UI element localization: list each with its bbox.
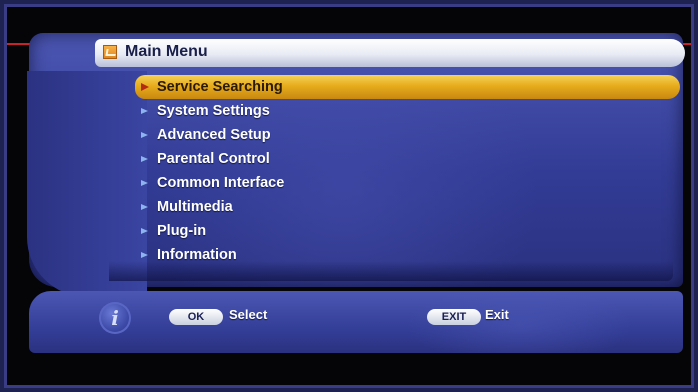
menu-item-system-settings[interactable]: System Settings (135, 99, 680, 123)
menu-item-label: System Settings (157, 103, 270, 119)
info-glyph: i (111, 306, 119, 330)
menu-item-label: Common Interface (157, 175, 285, 191)
title-bar: Main Menu (95, 39, 685, 67)
menu-item-common-interface[interactable]: Common Interface (135, 171, 680, 195)
selection-arrow-icon (141, 83, 149, 91)
main-menu-list: Service Searching System Settings Advanc… (135, 75, 680, 267)
ok-key-hint: Select (229, 307, 268, 322)
bullet-arrow-icon (141, 204, 148, 210)
menu-item-label: Multimedia (157, 199, 233, 215)
screen-frame: Main Menu Service Searching System Setti… (4, 4, 694, 388)
bullet-arrow-icon (141, 252, 148, 258)
exit-key-button[interactable]: EXIT (427, 309, 481, 325)
menu-item-plug-in[interactable]: Plug-in (135, 219, 680, 243)
menu-item-multimedia[interactable]: Multimedia (135, 195, 680, 219)
menu-item-label: Parental Control (157, 151, 270, 167)
ok-key-button[interactable]: OK (169, 309, 223, 325)
menu-item-service-searching[interactable]: Service Searching (135, 75, 680, 99)
bullet-arrow-icon (141, 108, 148, 114)
exit-key-hint: Exit (485, 307, 509, 322)
bullet-arrow-icon (141, 228, 148, 234)
bullet-arrow-icon (141, 156, 148, 162)
menu-item-advanced-setup[interactable]: Advanced Setup (135, 123, 680, 147)
menu-item-label: Plug-in (157, 223, 207, 239)
menu-item-label: Service Searching (157, 79, 283, 95)
menu-item-parental-control[interactable]: Parental Control (135, 147, 680, 171)
menu-item-label: Information (157, 247, 237, 263)
page-title: Main Menu (125, 43, 208, 60)
info-icon: i (99, 302, 131, 334)
menu-folder-icon (103, 45, 117, 59)
menu-item-information[interactable]: Information (135, 243, 680, 267)
bullet-arrow-icon (141, 132, 148, 138)
bullet-arrow-icon (141, 180, 148, 186)
menu-item-label: Advanced Setup (157, 127, 271, 143)
